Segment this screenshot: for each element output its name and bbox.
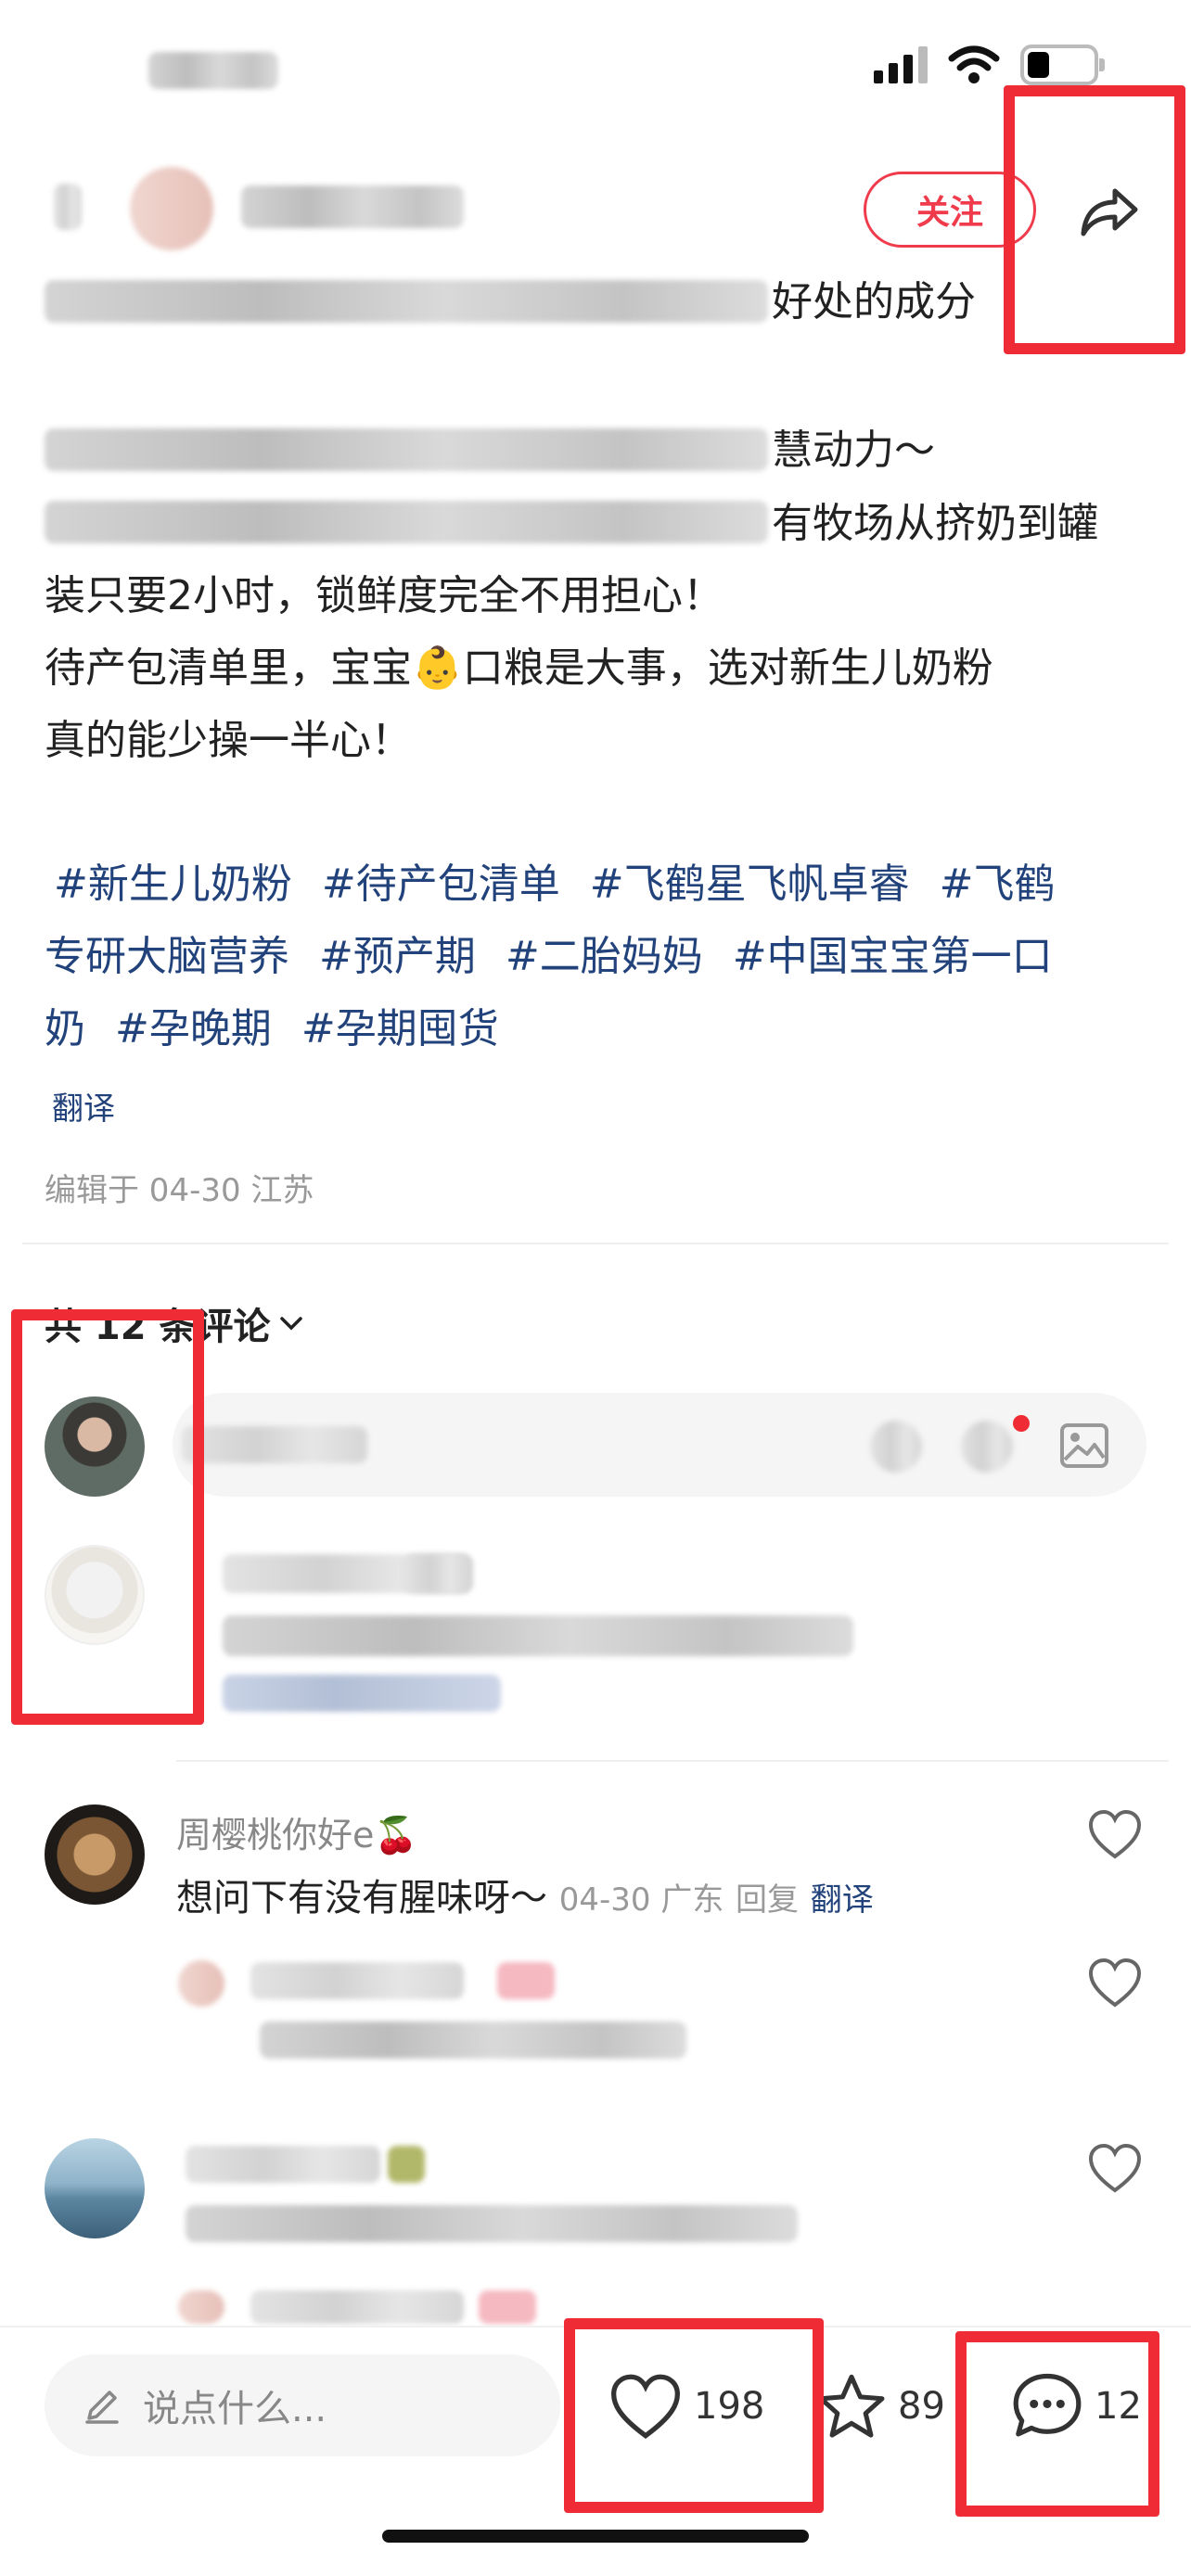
comment-text: 想问下有没有腥味呀～ [176,1877,547,1919]
hashtag-link[interactable]: #孕期囤货 [301,1005,499,1052]
hashtag-link[interactable]: #预产期 [319,933,476,980]
commenter-avatar[interactable] [45,2138,145,2238]
notification-dot [1013,1415,1030,1432]
post-line: 有牧场从挤奶到罐 [772,500,1098,547]
commenter-name[interactable]: 周樱桃你好e🍒 [176,1806,418,1857]
hashtag-link[interactable]: #孕晚期 [115,1005,272,1052]
reply-badge-blurred [479,2290,536,2324]
comment-input-placeholder-blurred [182,1426,367,1463]
heart-icon[interactable] [1087,1957,1143,2009]
reply-name-blurred[interactable] [250,2290,464,2324]
at-icon[interactable] [961,1421,1013,1473]
comment-input[interactable] [173,1393,1146,1497]
commenter-avatar[interactable] [45,1804,145,1905]
annotation-box-avatars [11,1309,204,1725]
hashtags-line: 专研大脑营养 #预产期 #二胎妈妈 #中国宝宝第一口 [45,921,1082,993]
hashtag-link[interactable]: #飞鹤 [940,861,1056,908]
hashtag-link[interactable]: 奶 [45,1005,85,1052]
post-line: 慧动力～ [772,427,935,474]
comment-body: 想问下有没有腥味呀～ 04-30 广东 回复 翻译 [176,1868,874,1921]
post-line: 装只要2小时，锁鲜度完全不用担心！ [45,572,724,619]
author-name-blurred[interactable] [241,185,464,228]
image-icon[interactable] [1059,1422,1109,1469]
annotation-box-comment [955,2331,1159,2517]
hashtags-line: #新生儿奶粉 #待产包清单 #飞鹤星飞帆卓睿 #飞鹤 [54,848,1085,921]
annotation-box-like [564,2318,824,2513]
post-line: 好处的成分 [772,278,976,325]
translate-link[interactable]: 翻译 [52,1083,115,1129]
post-line: 待产包清单里，宝宝👶口粮是大事，选对新生儿奶粉 [45,644,993,692]
star-icon [818,2374,885,2438]
status-icons [874,45,1105,85]
hashtag-link[interactable]: #待产包清单 [322,861,560,908]
reply-link[interactable]: 回复 [736,1881,799,1919]
edited-info: 编辑于 04-30 江苏 [45,1172,314,1209]
annotation-box-share [1004,85,1185,354]
hashtag-link[interactable]: #二胎妈妈 [506,933,703,980]
say-something-placeholder: 说点什么... [143,2388,327,2430]
comment-translate-link[interactable]: 翻译 [811,1881,874,1919]
reply-badge-blurred [497,1962,555,1999]
hashtag-link[interactable]: #中国宝宝第一口 [733,933,1053,980]
emoji-icon[interactable] [870,1421,922,1473]
commenter-name-text: 周樱桃你好e🍒 [176,1815,418,1855]
comment-text-blurred [223,1615,853,1656]
status-time-blurred [148,52,278,89]
hashtag-link[interactable]: #新生儿奶粉 [54,861,292,908]
hashtag-link[interactable]: #飞鹤星飞帆卓睿 [590,861,910,908]
say-something-input[interactable]: 说点什么... [45,2354,560,2456]
hashtag-link[interactable]: 专研大脑营养 [45,933,289,980]
reply-text-blurred [260,2021,686,2059]
comment-meta-blurred [223,1675,501,1712]
commenter-emoji-blurred [388,2146,425,2183]
author-badge-blurred [404,1554,469,1593]
heart-icon[interactable] [1087,2142,1143,2194]
favorite-button[interactable]: 89 [816,2346,945,2467]
divider [176,1760,1169,1762]
divider [22,1243,1169,1244]
post-text-blurred [45,501,768,543]
back-button-blurred[interactable] [54,184,82,230]
reply-avatar[interactable] [178,2290,224,2324]
wifi-icon [948,45,1000,83]
favorite-count: 89 [898,2385,945,2428]
home-indicator [382,2530,809,2543]
author-avatar[interactable] [130,167,213,250]
battery-icon [1020,45,1105,85]
reply-avatar[interactable] [178,1960,224,2007]
pencil-icon [85,2391,119,2424]
heart-icon[interactable] [1087,1808,1143,1860]
reply-name-blurred[interactable] [250,1962,464,1999]
comment-meta: 04-30 广东 [558,1881,724,1919]
post-text-blurred [45,280,768,323]
hashtags-line: 奶 #孕晚期 #孕期囤货 [45,993,529,1065]
commenter-name-blurred[interactable] [186,2146,380,2183]
chevron-down-icon [279,1317,302,1331]
post-text-blurred [45,428,768,471]
signal-icon [874,46,928,83]
post-line: 真的能少操一半心！ [45,717,412,764]
comment-text-blurred [186,2205,798,2242]
